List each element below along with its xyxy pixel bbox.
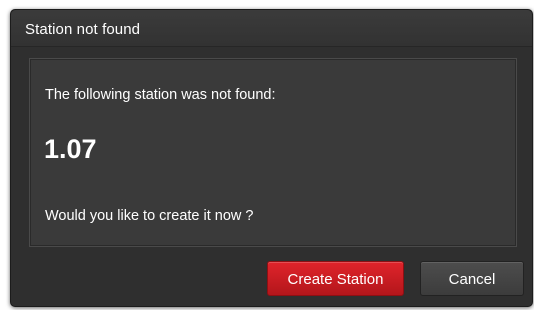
dialog-content-panel: The following station was not found: 1.0…: [29, 58, 517, 247]
dialog-titlebar: Station not found: [11, 10, 532, 47]
create-station-button[interactable]: Create Station: [267, 261, 404, 296]
dialog-title: Station not found: [25, 21, 141, 38]
station-number: 1.07: [44, 134, 97, 164]
cancel-button[interactable]: Cancel: [420, 261, 524, 296]
create-question: Would you like to create it now ?: [45, 208, 254, 224]
not-found-message: The following station was not found:: [45, 87, 276, 103]
station-not-found-dialog: Station not found The following station …: [10, 9, 533, 307]
